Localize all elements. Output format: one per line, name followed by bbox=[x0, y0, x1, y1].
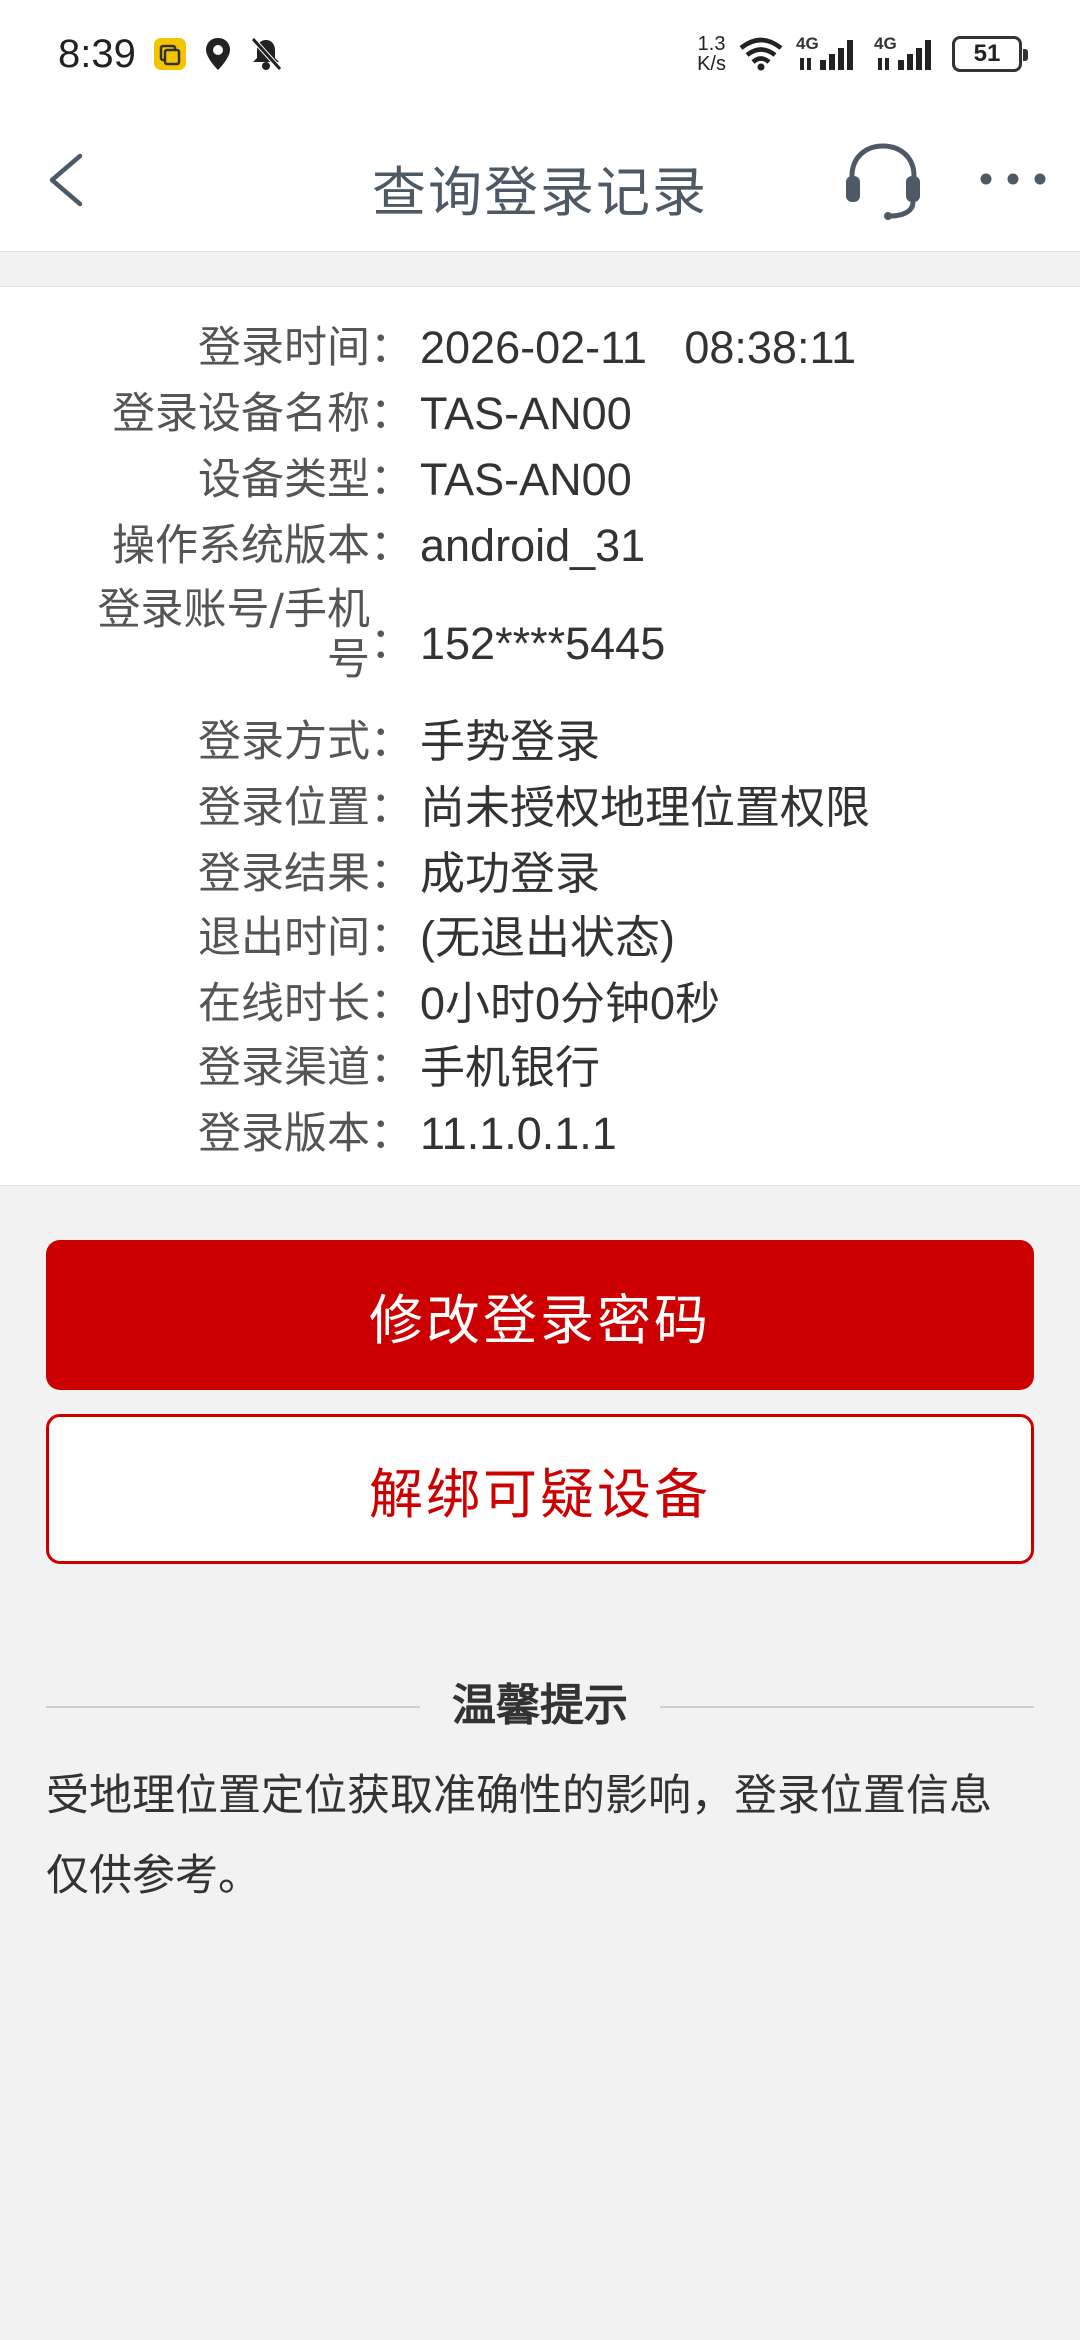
more-horizontal-icon bbox=[980, 173, 1046, 185]
info-colon: ： bbox=[370, 455, 413, 505]
signal2-label: 4G bbox=[874, 34, 897, 53]
info-label: 登录方式 bbox=[198, 717, 370, 767]
info-value: 152****5445 bbox=[420, 618, 666, 669]
info-label: 登录时间 bbox=[198, 323, 370, 373]
divider bbox=[46, 1706, 420, 1708]
info-colon: ： bbox=[370, 913, 413, 963]
info-colon: ： bbox=[370, 521, 413, 571]
info-colon: ： bbox=[370, 783, 413, 833]
info-label: 登录结果 bbox=[198, 849, 370, 899]
info-label-line2: 号 bbox=[327, 635, 370, 685]
info-value: TAS-AN00 bbox=[420, 388, 632, 439]
info-label: 操作系统版本 bbox=[112, 521, 370, 571]
info-value: 11.1.0.1.1 bbox=[420, 1108, 617, 1159]
info-value: 2026-02-11 08:38:11 bbox=[420, 322, 857, 373]
status-right: 1.3 K/s 4G 4G 51 bbox=[697, 34, 1028, 74]
info-value: 手势登录 bbox=[420, 716, 601, 767]
signal-icon-2: 4G bbox=[874, 34, 940, 72]
info-value: TAS-AN00 bbox=[420, 454, 632, 505]
battery-indicator: 51 bbox=[952, 36, 1028, 72]
net-speed-unit: K/s bbox=[697, 53, 726, 75]
info-colon: ： bbox=[370, 1109, 413, 1159]
info-label: 登录版本 bbox=[198, 1109, 370, 1159]
status-time: 8:39 bbox=[58, 31, 136, 76]
status-left-icons bbox=[152, 36, 284, 72]
wifi-icon bbox=[738, 36, 784, 72]
tips-text: 受地理位置定位获取准确性的影响，登录位置信息仅供参考。 bbox=[46, 1771, 992, 1901]
info-colon: ： bbox=[370, 323, 413, 373]
location-icon bbox=[200, 36, 236, 72]
app-notification-icon bbox=[152, 36, 188, 72]
signal-icon-1: 4G bbox=[796, 34, 862, 72]
info-colon: ： bbox=[370, 619, 413, 669]
status-bar: 8:39 1.3 K/s 4G 4G 51 bbox=[0, 0, 1080, 108]
info-label: 登录位置 bbox=[198, 783, 370, 833]
net-speed: 1.3 K/s bbox=[697, 34, 726, 74]
nav-bar: 查询登录记录 bbox=[0, 108, 1080, 252]
info-label: 登录渠道 bbox=[198, 1043, 370, 1093]
info-colon: ： bbox=[370, 979, 413, 1029]
more-button[interactable] bbox=[976, 154, 1050, 204]
unbind-device-button[interactable]: 解绑可疑设备 bbox=[46, 1414, 1034, 1564]
customer-service-button[interactable] bbox=[838, 140, 928, 220]
divider bbox=[660, 1706, 1034, 1708]
mute-bell-icon bbox=[248, 36, 284, 72]
change-password-button[interactable]: 修改登录密码 bbox=[46, 1240, 1034, 1390]
info-value: android_31 bbox=[420, 520, 646, 571]
signal1-label: 4G bbox=[796, 34, 819, 53]
tips-header: 温馨提示 bbox=[46, 1676, 1034, 1736]
login-record-card: 登录时间 ： 2026-02-11 08:38:11 登录设备名称 ： TAS-… bbox=[0, 286, 1080, 1186]
info-value: 0小时0分钟0秒 bbox=[420, 978, 721, 1029]
info-colon: ： bbox=[370, 389, 413, 439]
info-colon: ： bbox=[370, 717, 413, 767]
info-label: 退出时间 bbox=[198, 913, 370, 963]
info-label: 登录设备名称 bbox=[112, 389, 370, 439]
info-value: 手机银行 bbox=[420, 1042, 601, 1093]
info-value: 尚未授权地理位置权限 bbox=[420, 782, 871, 833]
info-colon: ： bbox=[370, 1043, 413, 1093]
tips-title: 温馨提示 bbox=[452, 1680, 628, 1731]
info-label: 在线时长 bbox=[198, 979, 370, 1029]
headset-icon bbox=[846, 143, 920, 220]
net-speed-value: 1.3 bbox=[697, 33, 726, 55]
info-value: 成功登录 bbox=[420, 848, 601, 899]
info-label-line1: 登录账号/手机 bbox=[97, 585, 371, 635]
info-value: (无退出状态) bbox=[420, 912, 675, 963]
info-colon: ： bbox=[370, 849, 413, 899]
info-label: 设备类型 bbox=[198, 455, 370, 505]
